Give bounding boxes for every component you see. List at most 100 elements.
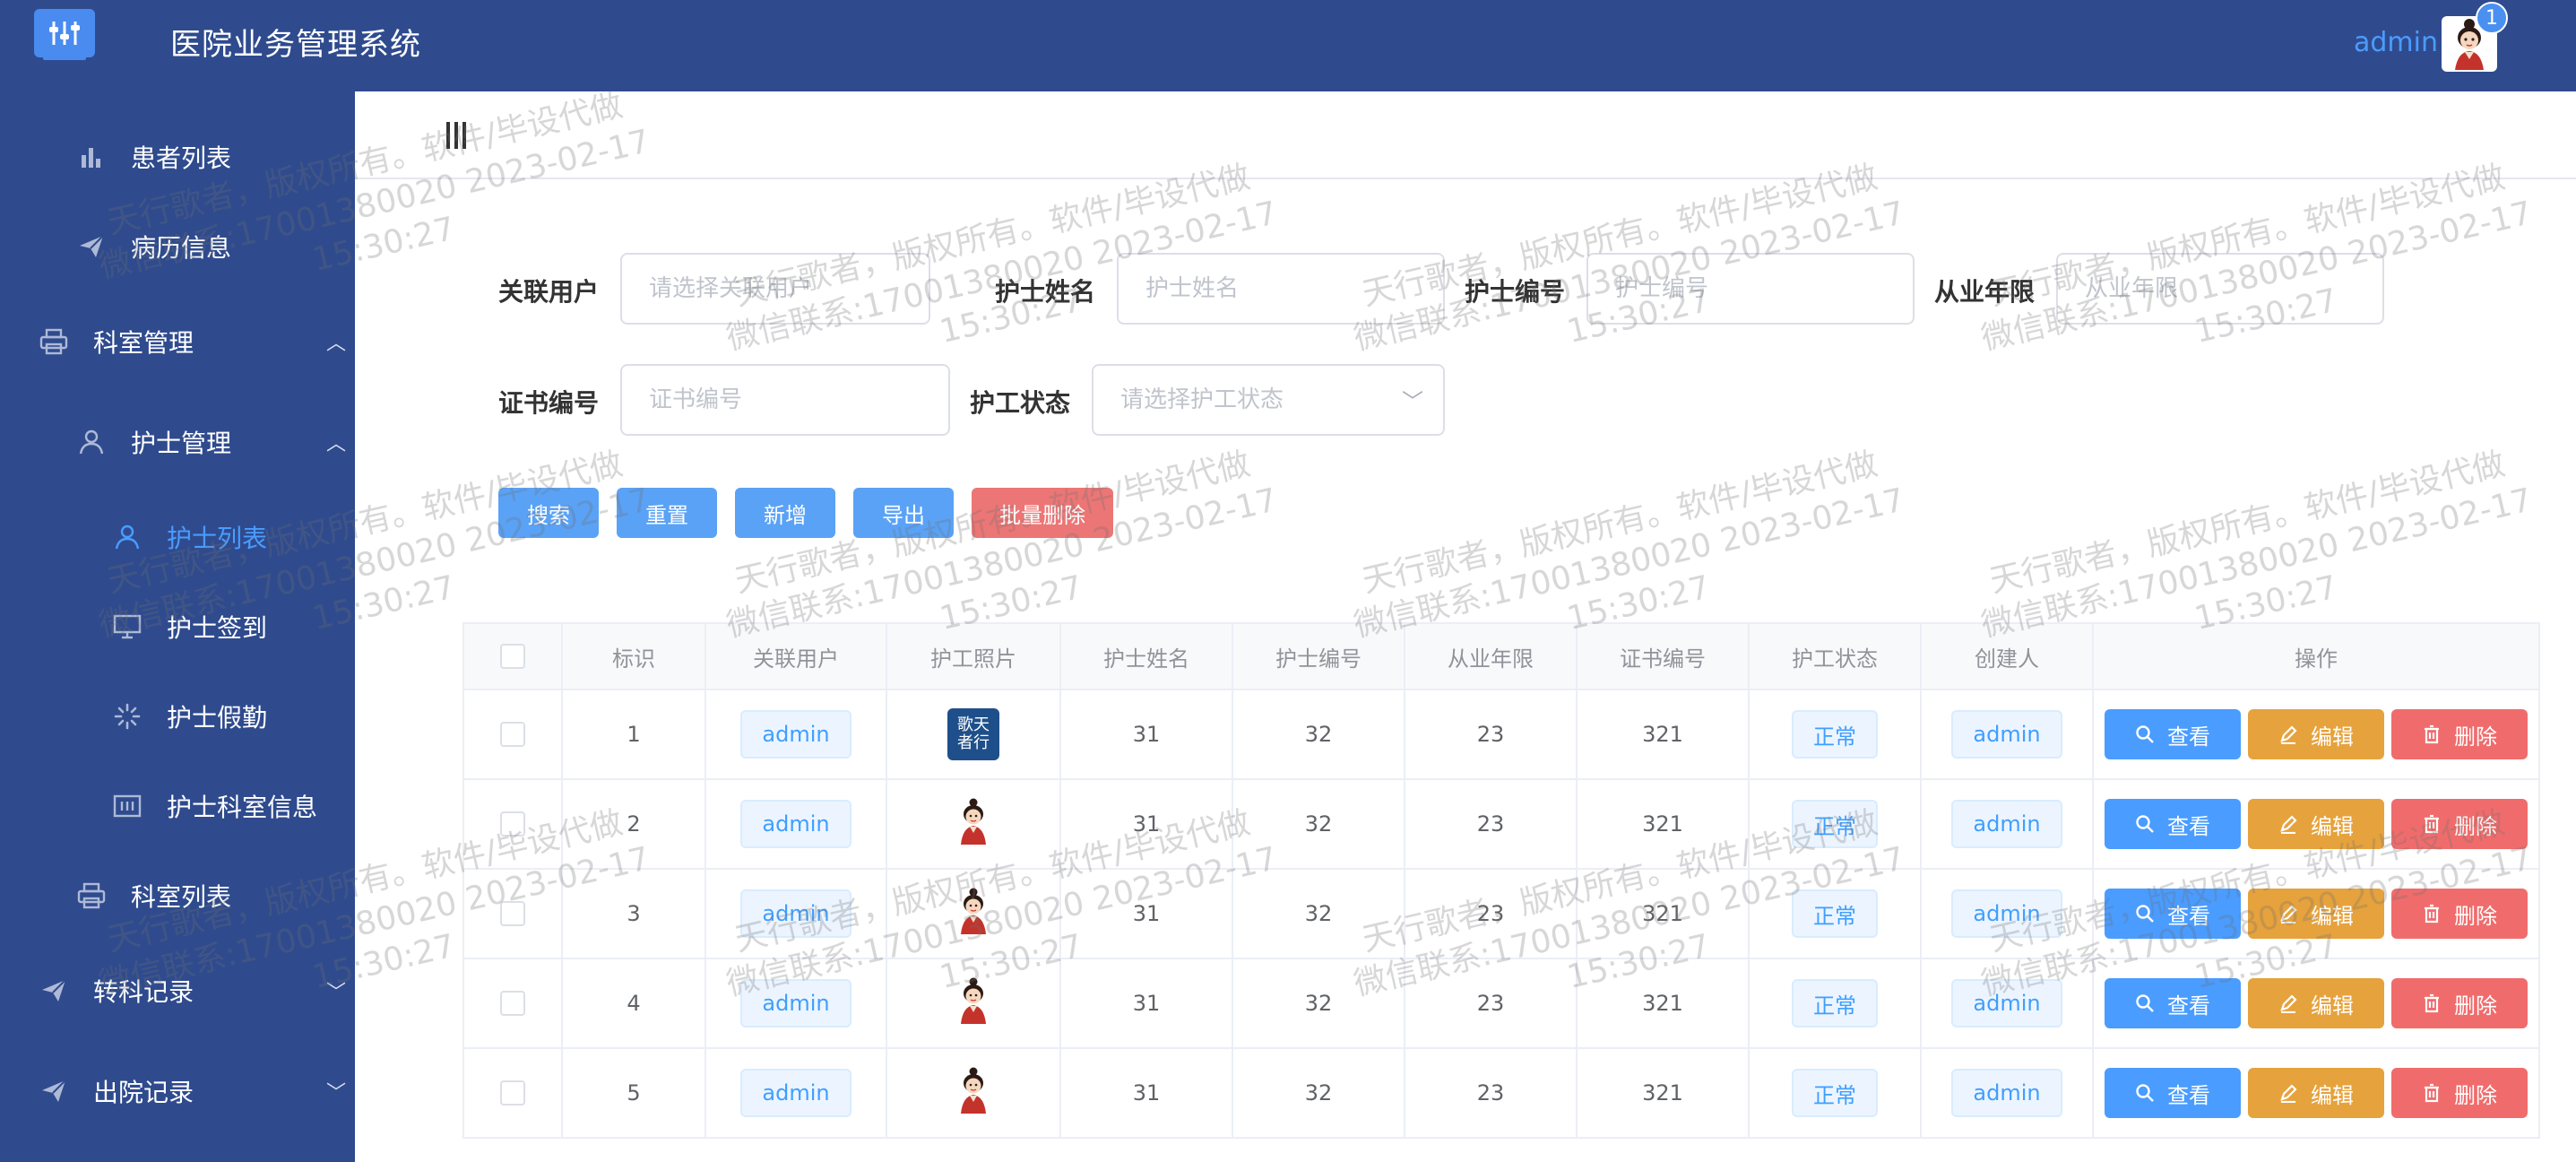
column-header: 证书编号 — [1578, 624, 1750, 689]
sidebar-item-nurse-list[interactable]: 护士列表 — [111, 497, 355, 577]
batch-delete-button[interactable]: 批量删除 — [972, 488, 1113, 538]
actions-cell: 查看 编辑 删除 — [2094, 780, 2540, 868]
column-header: 关联用户 — [706, 624, 887, 689]
sidebar-item-discharge-records[interactable]: 出院记录 ﹀ — [38, 1051, 355, 1132]
field-label-cert: 证书编号 — [498, 388, 600, 418]
sidebar-item-department-mgmt[interactable]: 科室管理 ︿ — [38, 301, 355, 382]
number-cell: 32 — [1233, 690, 1405, 778]
app-title: 医院业务管理系统 — [170, 27, 421, 63]
user-cell: admin — [706, 690, 887, 778]
row-checkbox[interactable] — [500, 811, 525, 837]
send-icon — [38, 1075, 70, 1107]
chevron-down-icon: ﹀ — [1402, 389, 1423, 414]
reset-button[interactable]: 重置 — [617, 488, 717, 538]
name-cell: 31 — [1061, 1049, 1233, 1137]
view-button[interactable]: 查看 — [2105, 889, 2241, 939]
sidebar-item-label: 出院记录 — [93, 1078, 194, 1107]
sidebar-item-nurse-leave[interactable]: 护士假勤 — [111, 676, 355, 757]
delete-button[interactable]: 删除 — [2391, 889, 2528, 939]
edit-label: 编辑 — [2311, 1082, 2354, 1108]
notification-badge[interactable]: 1 — [2476, 2, 2508, 34]
sidebar-item-transfer-records[interactable]: 转科记录 ﹀ — [38, 950, 355, 1031]
delete-button[interactable]: 删除 — [2391, 709, 2528, 759]
chevron-up-icon: ︿ — [325, 433, 346, 455]
user-tag: admin — [740, 889, 851, 938]
user-select[interactable] — [620, 253, 930, 325]
export-button[interactable]: 导出 — [853, 488, 954, 538]
actions-cell: 查看 编辑 删除 — [2094, 690, 2540, 778]
sidebar-item-nurse-dept-info[interactable]: 护士科室信息 — [111, 766, 355, 846]
table-row: 3 admin 31 32 23 321 正常 admin 查看 编辑 删除 — [464, 870, 2540, 959]
view-label: 查看 — [2167, 1082, 2210, 1108]
status-badge: 正常 — [1792, 979, 1878, 1028]
view-button[interactable]: 查看 — [2105, 978, 2241, 1028]
delete-button[interactable]: 删除 — [2391, 978, 2528, 1028]
sidebar-item-patient-list[interactable]: 患者列表 — [75, 117, 355, 197]
delete-button[interactable]: 删除 — [2391, 1068, 2528, 1118]
row-checkbox[interactable] — [500, 901, 525, 926]
sidebar-item-label: 护士管理 — [131, 429, 232, 458]
edit-button[interactable]: 编辑 — [2248, 1068, 2384, 1118]
sidebar-item-nurse-checkin[interactable]: 护士签到 — [111, 586, 355, 667]
row-checkbox[interactable] — [500, 991, 525, 1016]
trash-icon — [2425, 993, 2439, 1013]
collapse-menu-icon[interactable] — [446, 122, 471, 149]
pencil-icon — [2280, 994, 2297, 1013]
search-button[interactable]: 搜索 — [498, 488, 599, 538]
years-cell: 23 — [1405, 1049, 1578, 1137]
nurse-name-input[interactable] — [1117, 253, 1445, 325]
sidebar-item-nurse-mgmt[interactable]: 护士管理 ︿ — [75, 402, 355, 482]
column-header: 护士编号 — [1233, 624, 1405, 689]
status-select[interactable] — [1092, 364, 1445, 436]
table-body: 1 admin 歌天 者行 31 32 23 321 正常 admin 查看 编辑 删除 2 admin 3… — [464, 690, 2540, 1139]
name-cell: 31 — [1061, 959, 1233, 1047]
user-name[interactable]: admin — [2354, 27, 2438, 58]
number-cell: 32 — [1233, 870, 1405, 958]
status-badge: 正常 — [1792, 889, 1878, 938]
user-cell: admin — [706, 780, 887, 868]
pencil-icon — [2280, 905, 2297, 924]
number-cell: 32 — [1233, 959, 1405, 1047]
sidebar-item-label: 科室管理 — [93, 328, 194, 358]
delete-button[interactable]: 删除 — [2391, 799, 2528, 849]
years-input[interactable] — [2056, 253, 2384, 325]
view-button[interactable]: 查看 — [2105, 799, 2241, 849]
logo-underline — [43, 56, 86, 60]
trash-icon — [2425, 724, 2439, 744]
trash-icon — [2425, 904, 2439, 924]
years-cell: 23 — [1405, 780, 1578, 868]
row-checkbox[interactable] — [500, 1080, 525, 1106]
add-button[interactable]: 新增 — [735, 488, 835, 538]
id-cell: 3 — [563, 870, 706, 958]
sidebar-item-medical-records[interactable]: 病历信息 — [75, 206, 355, 287]
nurse-photo — [955, 1067, 991, 1119]
row-checkbox[interactable] — [500, 722, 525, 747]
view-button[interactable]: 查看 — [2105, 1068, 2241, 1118]
row-select-cell — [464, 959, 563, 1047]
name-cell: 31 — [1061, 690, 1233, 778]
select-all-checkbox[interactable] — [500, 644, 525, 669]
creator-cell: admin — [1922, 690, 2094, 778]
column-header: 护士姓名 — [1061, 624, 1233, 689]
search-icon — [2136, 1084, 2154, 1102]
user-tag: admin — [740, 710, 851, 759]
search-icon — [2136, 994, 2154, 1012]
row-select-cell — [464, 870, 563, 958]
monitor-icon — [111, 611, 143, 643]
cert-cell: 321 — [1578, 690, 1750, 778]
edit-button[interactable]: 编辑 — [2248, 799, 2384, 849]
pencil-icon — [2280, 725, 2297, 744]
creator-cell: admin — [1922, 780, 2094, 868]
sidebar-item-department-list[interactable]: 科室列表 — [75, 855, 355, 936]
row-select-cell — [464, 690, 563, 778]
cert-input[interactable] — [620, 364, 950, 436]
view-button[interactable]: 查看 — [2105, 709, 2241, 759]
edit-button[interactable]: 编辑 — [2248, 889, 2384, 939]
table-row: 2 admin 31 32 23 321 正常 admin 查看 编辑 删除 — [464, 780, 2540, 870]
photo-cell — [887, 1049, 1061, 1137]
edit-button[interactable]: 编辑 — [2248, 978, 2384, 1028]
status-badge: 正常 — [1792, 710, 1878, 759]
sidebar-item-label: 科室列表 — [131, 882, 232, 912]
nurse-number-input[interactable] — [1586, 253, 1915, 325]
edit-button[interactable]: 编辑 — [2248, 709, 2384, 759]
